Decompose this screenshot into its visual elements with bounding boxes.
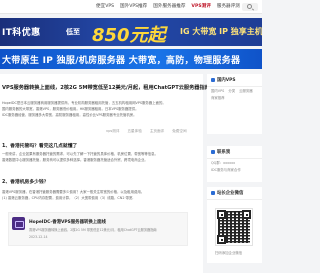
section-text: 一般来讲，企业如果有服务器托管的需求，可以先了解一下托管的具体价格、机房位置、带… bbox=[2, 152, 158, 156]
sidebar-line[interactable]: 商家推荐 bbox=[207, 94, 262, 101]
qr-caption: 扫码添加企业微信 bbox=[215, 251, 243, 255]
related-post-desc: 香港VPS服务器转换上面线，2核2G 5M 带宽低至12美元/月，租用ChatG… bbox=[29, 228, 157, 232]
sidebar-card-vps: 国内VPS 国内VPS 分类 云服务器 商家推荐 bbox=[207, 74, 262, 134]
top-nav: 便宜VPS 国外VPS推荐 国外服务器推荐 VPS测评 服务器评测 bbox=[0, 0, 262, 14]
article-paragraph: HopeIDC是日本云服务器商用服务器提供商，专业机构服务器租用托管，五五机构租… bbox=[2, 101, 166, 105]
sidebar-card-wechat: 站长企业微信 扫码添加企业微信 bbox=[207, 187, 262, 263]
article-paragraph: IDC服务器经营，服务器多大带宽，高防服务器租用，高性价比VPS服务器专业托管机… bbox=[2, 113, 137, 117]
related-post-title[interactable]: HopeIDC-香港VPS服务器转换上面线 bbox=[29, 219, 106, 225]
banner1-right-text: IG 大带宽 IP 独享主机 bbox=[180, 27, 262, 36]
banner2-text: 大带原生 IP 独服/机房服务器 大带宽，高防，物理服务器 bbox=[2, 56, 241, 66]
nav-item-vps-review[interactable]: VPS测评 bbox=[191, 3, 210, 11]
nav-item-foreign-vps[interactable]: 国外VPS推荐 bbox=[120, 3, 147, 11]
related-post-thumbnail bbox=[12, 217, 25, 230]
sidebar-line: QQ群：xxxxxx bbox=[211, 161, 236, 165]
section-heading: 1、香港托管吗？看完这几点就懂了 bbox=[2, 144, 78, 149]
search-button[interactable] bbox=[242, 3, 258, 11]
sidebar-card-title: 国内VPS bbox=[207, 74, 262, 87]
promo-banner-2[interactable]: 大带原生 IP 独服/机房服务器 大带宽，高防，物理服务器 bbox=[0, 49, 262, 69]
search-icon bbox=[247, 4, 252, 9]
tag-link[interactable]: 五星体验 bbox=[127, 129, 141, 134]
qr-corner bbox=[217, 210, 226, 219]
nav-item-cheap-vps[interactable]: 便宜VPS bbox=[96, 3, 114, 11]
wechat-icon bbox=[211, 190, 215, 195]
tag-link[interactable]: 主页面评 bbox=[150, 129, 164, 134]
sidebar-card-title: 站长企业微信 bbox=[207, 187, 262, 200]
section-text: (1) 香港云服务器，CPU内存配置，费用计算，（2）大宽带费用（3）线路，CN… bbox=[2, 196, 134, 200]
section-text: 香港数据中心服务器托管，服务商可以提供多种选择。香港服务器托管适合外贸、跨境电商… bbox=[2, 158, 148, 162]
list-icon bbox=[211, 77, 215, 82]
section-heading: 2、香港机房多少钱？ bbox=[2, 180, 49, 185]
related-post-card[interactable]: HopeIDC-香港VPS服务器转换上面线 香港VPS服务器转换上面线，2核2G… bbox=[8, 212, 188, 246]
nav-item-server-review[interactable]: 服务器评测 bbox=[217, 3, 240, 11]
related-post-date: 2023-12-14 bbox=[29, 235, 48, 239]
article-title: VPS服务器转换上面线，2核2G 5M带宽低至12美元/月起，租用ChatGPT… bbox=[2, 85, 210, 91]
sidebar-tabs: 国内VPS 分类 云服务器 bbox=[207, 87, 262, 94]
article-meta: vps测评 五星体验 主页面评 免费空间 bbox=[106, 129, 187, 134]
sidebar-line: IDC服务与商家合作 bbox=[211, 168, 241, 172]
promo-banner-1[interactable]: IT科优惠 低至 850元起 IG 大带宽 IP 独享主机 bbox=[0, 18, 262, 46]
nav-menu: 便宜VPS 国外VPS推荐 国外服务器推荐 VPS测评 服务器评测 bbox=[96, 3, 240, 11]
banner1-left-text: IT科优惠 bbox=[2, 28, 41, 38]
tab-category[interactable]: 分类 bbox=[228, 88, 235, 93]
banner1-price: 850元起 bbox=[92, 25, 166, 46]
tab-cloud-server[interactable]: 云服务器 bbox=[239, 88, 253, 93]
tag-link[interactable]: vps测评 bbox=[106, 129, 119, 134]
wechat-qr-code bbox=[215, 208, 253, 246]
tag-link[interactable]: 免费空间 bbox=[172, 129, 186, 134]
sidebar-card-title: 联系我 bbox=[207, 146, 262, 159]
user-icon bbox=[211, 149, 215, 154]
section-text: 香港VPS服务器，在香港托管服务器需要多少费用？大家一般关注带宽的价格，以及租用… bbox=[2, 190, 145, 194]
article-paragraph: 国内服务器的大带宽，香港VPS，服务器低价租用。HK服务器租用。日本VPS服务器… bbox=[2, 107, 139, 111]
banner1-pre-price: 低至 bbox=[66, 28, 80, 36]
qr-corner bbox=[242, 210, 251, 219]
tab-domestic-vps[interactable]: 国内VPS bbox=[211, 88, 224, 93]
qr-corner bbox=[217, 235, 226, 244]
sidebar-card-contact: 联系我 QQ群：xxxxxx IDC服务与商家合作 bbox=[207, 146, 262, 182]
nav-item-foreign-server[interactable]: 国外服务器推荐 bbox=[153, 3, 185, 11]
